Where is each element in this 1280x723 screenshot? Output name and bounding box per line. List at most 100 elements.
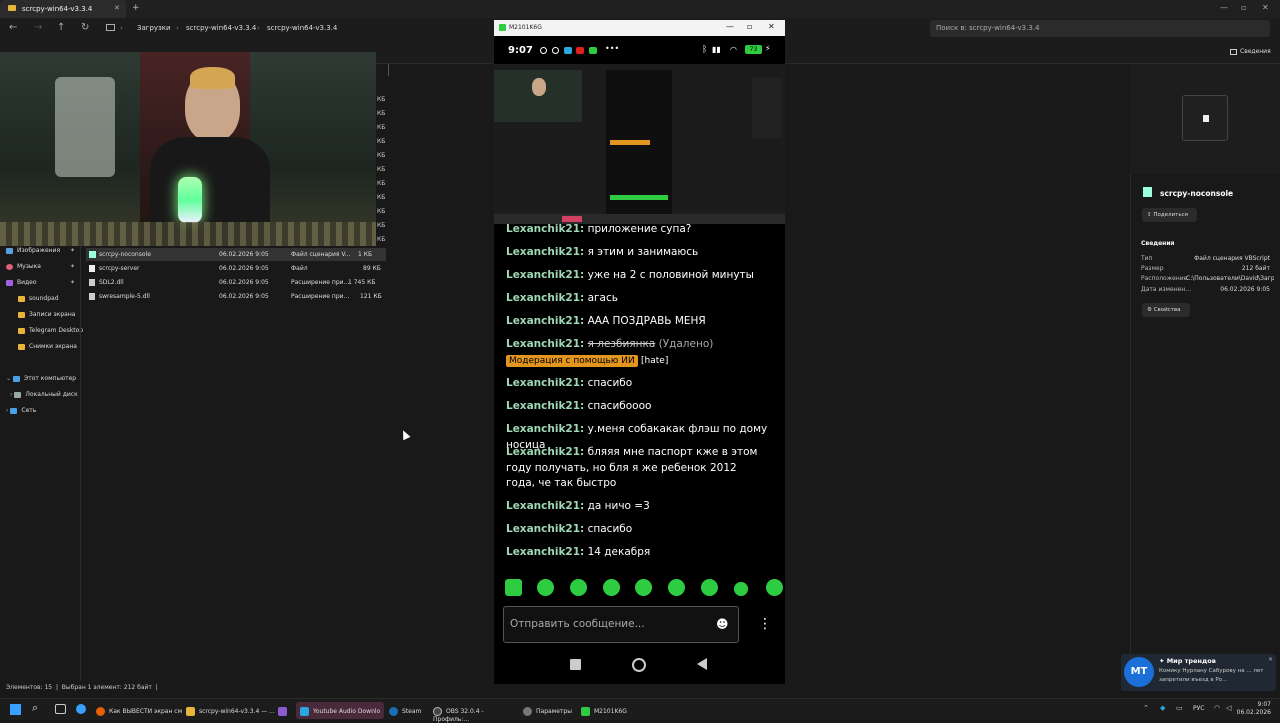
taskbar-item[interactable]: scrcpy-win64-v3.3.4 — ... bbox=[186, 702, 276, 719]
message-input[interactable]: Отправить сообщение... ☻ bbox=[503, 606, 739, 643]
sidebar-item-video[interactable]: Видео ✦ bbox=[6, 279, 75, 286]
battery-icon: 73 bbox=[745, 45, 762, 54]
more-notifications-icon: ••• bbox=[605, 44, 620, 53]
file-row[interactable]: scrcpy-server 06.02.2026 9:05 Файл 89 КБ bbox=[86, 262, 386, 275]
steam-icon bbox=[389, 707, 398, 716]
computer-icon bbox=[13, 375, 21, 382]
wifi-tray-icon[interactable]: ◠ bbox=[1214, 704, 1220, 712]
taskbar-item[interactable] bbox=[278, 702, 294, 719]
emote-button[interactable] bbox=[635, 579, 652, 596]
back-icon[interactable]: ← bbox=[9, 22, 17, 33]
tray-app-icon[interactable]: ◆ bbox=[1160, 704, 1165, 712]
nested-screen-capture bbox=[494, 64, 785, 224]
search-input[interactable]: Поиск в: scrcpy-win64-v3.3.4 bbox=[930, 20, 1270, 37]
signal-icon: ▮▮ bbox=[712, 45, 721, 54]
taskbar-item[interactable]: OBS 32.0.4 - Профиль:... bbox=[433, 702, 521, 723]
taskbar-item-active[interactable]: Youtube Audio Downlo bbox=[296, 702, 384, 719]
explorer-tab[interactable]: scrcpy-win64-v3.3.4 ✕ bbox=[0, 0, 126, 18]
minimize-icon[interactable]: — bbox=[726, 22, 734, 31]
up-icon[interactable]: ↑ bbox=[57, 22, 65, 33]
emote-button[interactable] bbox=[570, 579, 587, 596]
file-row[interactable]: SDL2.dll 06.02.2026 9:05 Расширение при.… bbox=[86, 276, 386, 289]
chevron-down-icon[interactable]: ⌄ bbox=[6, 375, 11, 382]
size-cell: КБ bbox=[377, 138, 386, 145]
dll-file-icon bbox=[89, 279, 95, 286]
minimize-icon[interactable]: — bbox=[1220, 3, 1228, 12]
file-row[interactable]: swresample-5.dll 06.02.2026 9:05 Расшире… bbox=[86, 290, 386, 303]
more-options-icon[interactable]: ⋮ bbox=[758, 616, 772, 632]
search-icon[interactable]: ⌕ bbox=[32, 701, 38, 715]
notification-toast[interactable]: МТ ✦ Мир трендов ✕ Комику Нурлану Сабуро… bbox=[1121, 654, 1276, 691]
close-window-icon[interactable]: ✕ bbox=[768, 22, 775, 31]
emote-button[interactable] bbox=[766, 579, 783, 596]
new-tab-button[interactable]: + bbox=[132, 3, 140, 13]
notification-title: ✦ Мир трендов bbox=[1159, 657, 1216, 665]
emote-button[interactable] bbox=[505, 579, 522, 596]
home-button-icon[interactable] bbox=[632, 658, 646, 672]
sidebar-item-screenshots[interactable]: Снимки экрана bbox=[18, 343, 77, 350]
volume-icon[interactable]: ◁ bbox=[1226, 704, 1231, 712]
taskbar-item[interactable]: Параметры bbox=[523, 702, 577, 719]
tray-chevron-icon[interactable]: ⌃ bbox=[1143, 704, 1149, 712]
emote-button[interactable] bbox=[734, 582, 748, 596]
forward-icon[interactable]: → bbox=[34, 22, 42, 33]
taskbar: ⌕ Как ВЫВЕСТИ экран см scrcpy-win64-v3.3… bbox=[0, 698, 1280, 723]
nested-mod-tag bbox=[610, 140, 650, 145]
details-label: Тип bbox=[1141, 255, 1153, 262]
sidebar-item-telegram[interactable]: Telegram Desktop bbox=[18, 327, 83, 334]
file-icon bbox=[89, 265, 95, 272]
taskbar-item[interactable]: M2101K6G bbox=[581, 702, 631, 719]
sidebar-divider bbox=[80, 246, 81, 681]
explorer-tab-label: scrcpy-win64-v3.3.4 bbox=[22, 5, 93, 13]
emote-button[interactable] bbox=[603, 579, 620, 596]
details-icon bbox=[1230, 48, 1237, 55]
task-view-icon[interactable] bbox=[55, 704, 66, 714]
chevron-right-icon[interactable]: › bbox=[10, 391, 12, 398]
file-row[interactable]: scrcpy-noconsole 06.02.2026 9:05 Файл сц… bbox=[86, 248, 386, 261]
emote-button[interactable] bbox=[701, 579, 718, 596]
start-icon[interactable] bbox=[10, 704, 21, 715]
sidebar-item-this-pc[interactable]: ⌄ Этот компьютер bbox=[6, 375, 76, 382]
sidebar-item-music[interactable]: Музыка ✦ bbox=[6, 263, 75, 270]
dll-file-icon bbox=[89, 293, 95, 300]
phone-screen: 9:07 ••• ᛒ ▮▮ ◠ 73 ⚡ Lexanchik21: прилож… bbox=[494, 36, 785, 684]
close-tab-icon[interactable]: ✕ bbox=[114, 4, 120, 12]
edge-icon[interactable] bbox=[76, 704, 86, 714]
refresh-icon[interactable]: ↻ bbox=[81, 22, 89, 33]
sidebar-item-soundpad[interactable]: soundpad bbox=[18, 295, 59, 302]
emote-button[interactable] bbox=[668, 579, 685, 596]
tray-clock[interactable]: 9:07 bbox=[1241, 701, 1271, 708]
language-indicator[interactable]: РУС bbox=[1193, 705, 1204, 712]
network-tray-icon[interactable]: ▭ bbox=[1176, 704, 1183, 712]
maximize-icon[interactable]: ▫ bbox=[747, 22, 752, 31]
breadcrumb-item[interactable]: Загрузки bbox=[137, 24, 171, 32]
breadcrumb-item[interactable]: scrcpy-win64-v3.3.4 bbox=[186, 24, 256, 32]
details-toggle-button[interactable]: Сведения bbox=[1230, 48, 1271, 55]
close-window-icon[interactable]: ✕ bbox=[1262, 3, 1269, 12]
monitor-icon[interactable] bbox=[106, 24, 115, 31]
scrcpy-window-titlebar: M2101K6G — ▫ ✕ bbox=[494, 20, 785, 36]
breadcrumb-item[interactable]: scrcpy-win64-v3.3.4 bbox=[267, 24, 337, 32]
emote-button[interactable] bbox=[537, 579, 554, 596]
recents-button-icon[interactable] bbox=[570, 659, 581, 670]
alarm-icon bbox=[540, 47, 547, 54]
script-file-icon bbox=[89, 251, 96, 258]
sidebar-item-local-disk[interactable]: › Локальный диск bbox=[10, 391, 78, 398]
properties-button[interactable]: ⚙ Свойства bbox=[1142, 303, 1190, 317]
maximize-icon[interactable]: ▫ bbox=[1241, 3, 1246, 12]
mouse-cursor-icon bbox=[399, 428, 411, 441]
back-button-icon[interactable] bbox=[697, 658, 707, 670]
chevron-right-icon[interactable]: › bbox=[6, 407, 8, 414]
webcam-table bbox=[0, 222, 376, 246]
taskbar-item[interactable]: Как ВЫВЕСТИ экран см bbox=[96, 702, 184, 719]
sidebar-item-network[interactable]: › Сеть bbox=[6, 407, 36, 414]
sidebar-item-images[interactable]: Изображения ✦ bbox=[6, 247, 75, 254]
pin-icon: ✦ bbox=[1159, 657, 1167, 665]
folder-icon bbox=[18, 311, 25, 318]
taskbar-item[interactable]: Steam bbox=[389, 702, 431, 719]
share-button[interactable]: ⇪ Поделиться bbox=[1142, 208, 1197, 222]
sidebar-item-screen-recordings[interactable]: Записи экрана bbox=[18, 311, 75, 318]
emoji-picker-icon[interactable]: ☻ bbox=[716, 617, 729, 631]
close-notification-icon[interactable]: ✕ bbox=[1268, 656, 1273, 663]
tray-date[interactable]: 06.02.2026 bbox=[1236, 709, 1271, 716]
